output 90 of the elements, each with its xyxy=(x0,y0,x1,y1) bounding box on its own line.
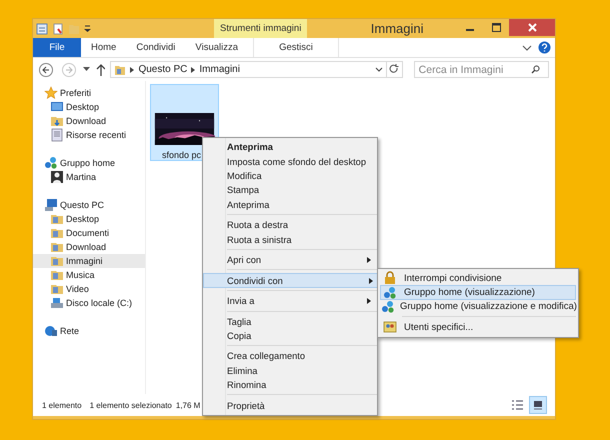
menu-item[interactable]: Condividi con xyxy=(203,273,379,288)
folder-icon xyxy=(50,268,64,282)
properties-icon[interactable] xyxy=(36,22,48,34)
menu-item[interactable]: Ruota a sinistra xyxy=(205,232,377,247)
submenu-arrow-icon xyxy=(367,256,371,263)
homegroup-icon xyxy=(44,156,58,170)
user-icon xyxy=(50,170,64,184)
ribbon-tab[interactable]: Home xyxy=(81,38,126,57)
nav-item[interactable]: Desktop xyxy=(33,212,145,226)
status-text: 1 elemento selezionato xyxy=(90,400,172,410)
star-icon xyxy=(44,86,58,100)
folder-icon xyxy=(50,282,64,296)
ribbon-tab[interactable]: Gestisci xyxy=(253,38,340,57)
menu-item[interactable]: Modifica xyxy=(205,168,377,184)
homegroup-icon xyxy=(383,286,397,300)
menu-item[interactable]: Apri con xyxy=(205,252,377,268)
window-title: Immagini xyxy=(370,21,425,36)
status-text: 1 elemento xyxy=(42,400,82,410)
breadcrumb[interactable]: Questo PC xyxy=(138,64,188,75)
thumbnail-icon xyxy=(531,398,545,412)
nav-item[interactable]: Documenti xyxy=(33,226,145,240)
maximize-icon xyxy=(492,23,500,32)
nav-item[interactable]: Download xyxy=(33,114,145,128)
up-arrow-icon[interactable] xyxy=(96,64,106,76)
homegroup-icon xyxy=(381,300,395,314)
folder-icon xyxy=(50,226,64,240)
network-icon xyxy=(44,324,58,338)
menu-item[interactable]: Ruota a destra xyxy=(205,218,377,232)
menu-item[interactable]: Taglia xyxy=(205,314,377,329)
folder-icon xyxy=(50,254,64,268)
search-field[interactable]: Cerca in Immagini xyxy=(414,61,549,78)
chevron-down-icon[interactable] xyxy=(374,66,383,72)
nav-item[interactable]: Risorse recenti xyxy=(33,128,145,142)
users-icon xyxy=(383,320,397,334)
search-icon xyxy=(530,65,540,74)
list-icon xyxy=(510,398,524,412)
monitor-icon xyxy=(50,100,64,114)
icons-view-button[interactable] xyxy=(529,396,547,414)
menu-item[interactable]: Gruppo home (visualizzazione) xyxy=(380,285,576,300)
menu-item[interactable]: Invia a xyxy=(205,294,377,309)
contextual-tab-header: Strumenti immagini xyxy=(214,19,308,38)
back-arrow-icon xyxy=(42,66,50,74)
menu-item[interactable]: Elimina xyxy=(205,364,377,378)
menu-item[interactable]: Anteprima xyxy=(205,198,377,212)
menu-item[interactable]: Rinomina xyxy=(205,378,377,392)
nav-item[interactable]: Questo PC xyxy=(33,198,145,212)
menu-item[interactable]: Stampa xyxy=(205,183,377,198)
file-tile[interactable]: sfondo pc xyxy=(150,84,219,161)
menu-item[interactable]: Crea collegamento xyxy=(205,349,377,364)
forward-arrow-icon xyxy=(64,66,73,74)
folder-icon xyxy=(50,212,64,226)
nav-item[interactable]: Rete xyxy=(33,324,145,338)
menu-item[interactable]: Interrompi condivisione xyxy=(380,271,576,286)
nav-item[interactable]: Download xyxy=(33,240,145,254)
menu-item[interactable]: Utenti specifici... xyxy=(380,320,576,335)
breadcrumb[interactable]: Immagini xyxy=(199,64,240,75)
address-bar[interactable]: Questo PC Immagini xyxy=(110,61,387,78)
folder-icon xyxy=(50,114,64,128)
chevron-right-icon[interactable] xyxy=(130,66,134,72)
nav-item[interactable]: Video xyxy=(33,282,145,296)
menu-item[interactable]: Copia xyxy=(205,328,377,344)
new-document-icon[interactable] xyxy=(52,22,64,34)
menu-item[interactable]: Gruppo home (visualizzazione e modifica) xyxy=(380,300,576,314)
status-text: 1,76 M xyxy=(176,400,200,410)
close-icon xyxy=(528,23,536,32)
submenu-arrow-icon xyxy=(367,298,371,304)
nav-item[interactable]: Preferiti xyxy=(33,86,145,100)
nav-item[interactable]: Disco locale (C:) xyxy=(33,296,145,310)
ribbon-tab[interactable]: File xyxy=(33,38,81,57)
nav-item[interactable]: Desktop xyxy=(33,100,145,114)
refresh-button[interactable] xyxy=(386,61,403,78)
menu-item[interactable]: Proprietà xyxy=(205,398,377,413)
nav-item[interactable]: Gruppo home xyxy=(33,156,145,170)
submenu-arrow-icon xyxy=(369,278,373,284)
close-button[interactable] xyxy=(509,19,555,36)
ribbon-tab[interactable]: Visualizza xyxy=(185,38,248,57)
drive-icon xyxy=(50,296,64,310)
nav-item[interactable]: Martina xyxy=(33,170,145,184)
back-button[interactable] xyxy=(39,62,53,76)
chevron-right-icon[interactable] xyxy=(191,66,196,72)
folder-icon xyxy=(50,240,64,254)
nav-item[interactable]: Immagini xyxy=(33,254,145,268)
document-icon xyxy=(50,128,64,142)
folder-icon xyxy=(114,64,126,76)
dropdown-icon[interactable] xyxy=(84,25,91,32)
nav-item[interactable]: Musica xyxy=(33,268,145,282)
dropdown-icon[interactable] xyxy=(82,67,90,72)
lock-icon xyxy=(383,271,397,286)
computer-icon xyxy=(44,198,58,212)
ribbon-tab[interactable]: Condividi xyxy=(126,38,186,57)
